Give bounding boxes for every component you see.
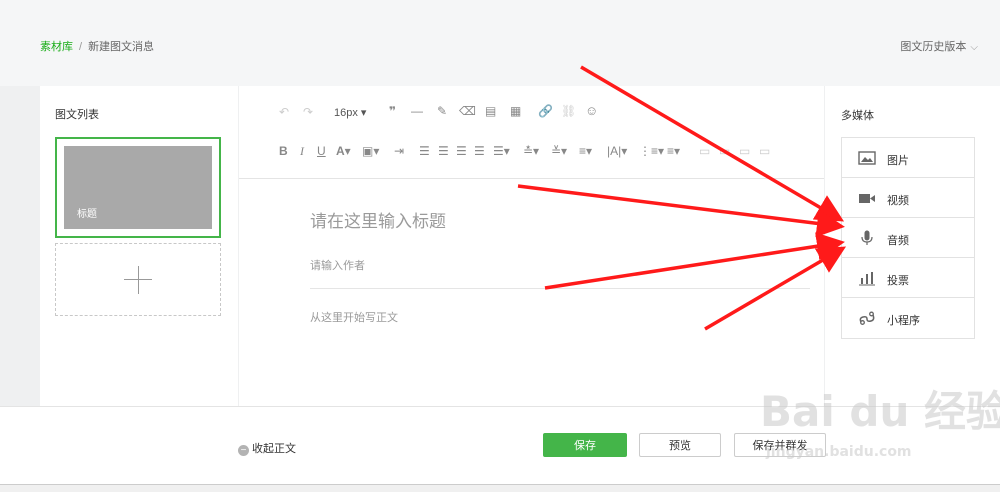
highlight-color-icon[interactable]: ▣▾ — [362, 144, 379, 158]
undo-icon[interactable]: ↶ — [279, 105, 289, 119]
link-icon[interactable]: 🔗 — [538, 104, 553, 118]
indent-icon[interactable]: ⇥ — [394, 144, 404, 158]
clear-format-icon[interactable]: ⌫ — [459, 104, 476, 118]
article-card-title: 标题 — [77, 209, 97, 220]
align-justify-icon[interactable]: ☰ — [474, 144, 485, 158]
video-icon — [859, 194, 875, 203]
align-right-icon[interactable]: ☰ — [456, 144, 467, 158]
float-none-icon[interactable]: ▭ — [719, 144, 730, 158]
media-item-label: 音频 — [887, 235, 909, 247]
font-color-icon[interactable]: A▾ — [336, 144, 351, 158]
letter-spacing-icon[interactable]: |A|▾ — [607, 144, 627, 158]
body-editor[interactable]: 从这里开始写正文 — [310, 309, 398, 325]
unlink-icon[interactable]: ⛓ — [561, 104, 576, 118]
media-item-mini-program[interactable]: 小程序 — [842, 298, 974, 338]
italic-icon[interactable]: I — [300, 144, 304, 159]
align-distribute-icon[interactable]: ☰▾ — [493, 144, 510, 158]
float-left-icon[interactable]: ▭ — [699, 144, 710, 158]
align-left-icon[interactable]: ☰ — [419, 144, 430, 158]
history-version-dropdown[interactable]: 图文历史版本 ⌵ — [900, 38, 978, 54]
image-icon — [858, 151, 876, 165]
plus-icon-vertical — [138, 266, 139, 294]
breadcrumb-root-link[interactable]: 素材库 — [40, 41, 73, 53]
media-item-audio[interactable]: 音频 — [842, 218, 974, 258]
media-item-video[interactable]: 视频 — [842, 178, 974, 218]
media-item-label: 投票 — [887, 275, 909, 287]
ordered-list-icon[interactable]: ⋮≡▾ — [639, 144, 664, 158]
collapse-body-button[interactable]: − 收起正文 — [238, 440, 296, 456]
line-height-icon[interactable]: ≡▾ — [579, 144, 592, 158]
spacing-before-icon[interactable]: ≛▾ — [523, 144, 539, 158]
media-item-label: 视频 — [887, 195, 909, 207]
horizontal-rule-icon[interactable]: — — [411, 104, 423, 118]
bold-icon[interactable]: B — [279, 144, 288, 158]
microphone-icon — [861, 230, 873, 245]
media-item-label: 图片 — [887, 155, 909, 167]
bar-chart-icon — [859, 272, 875, 286]
article-card[interactable]: 标题 — [55, 137, 221, 238]
media-item-label: 小程序 — [887, 315, 920, 327]
title-input[interactable]: 请在这里输入标题 — [310, 207, 446, 232]
breadcrumb: 素材库 / 新建图文消息 — [40, 38, 154, 54]
minus-circle-icon: − — [238, 445, 249, 456]
mini-program-icon — [859, 311, 875, 325]
media-item-vote[interactable]: 投票 — [842, 258, 974, 298]
unordered-list-icon[interactable]: ≡▾ — [667, 144, 680, 158]
media-item-image[interactable]: 图片 — [842, 138, 974, 178]
divider — [310, 288, 810, 289]
redo-icon[interactable]: ↷ — [303, 105, 313, 119]
font-size-select[interactable]: 16px ▾ — [334, 106, 366, 119]
align-center-icon[interactable]: ☰ — [438, 144, 449, 158]
document-icon[interactable]: ▦ — [510, 104, 521, 118]
watermark-url: jingyan.baidu.com — [766, 444, 912, 460]
breadcrumb-current: 新建图文消息 — [88, 41, 155, 53]
spacing-after-icon[interactable]: ≚▾ — [551, 144, 567, 158]
history-label: 图文历史版本 — [900, 41, 967, 53]
collapse-label: 收起正文 — [252, 443, 296, 455]
add-article-button[interactable] — [55, 243, 221, 316]
preview-button[interactable]: 预览 — [639, 433, 721, 457]
insert-template-icon[interactable]: ▤ — [485, 104, 496, 118]
underline-icon[interactable]: U — [317, 144, 326, 158]
article-list-panel: 图文列表 标题 — [40, 86, 238, 406]
chevron-down-icon: ⌵ — [970, 42, 978, 53]
multimedia-list: 图片 视频 音频 投票 小程序 — [841, 137, 975, 339]
multimedia-title: 多媒体 — [841, 110, 874, 122]
editor-toolbar: ↶ ↷ 16px ▾ ❞ — ✎ ⌫ ▤ ▦ 🔗 ⛓ ☺ B I U A▾ ▣▾… — [239, 86, 824, 179]
font-size-value: 16px — [334, 107, 358, 119]
article-list-title: 图文列表 — [55, 109, 99, 121]
author-input[interactable]: 请输入作者 — [310, 257, 365, 273]
paint-format-icon[interactable]: ✎ — [437, 104, 447, 118]
emoji-icon[interactable]: ☺ — [585, 103, 598, 118]
multimedia-panel: 多媒体 图片 视频 音频 投票 小程序 — [825, 86, 1000, 406]
quote-icon[interactable]: ❞ — [389, 104, 396, 118]
editor-panel: ↶ ↷ 16px ▾ ❞ — ✎ ⌫ ▤ ▦ 🔗 ⛓ ☺ B I U A▾ ▣▾… — [239, 86, 824, 406]
float-right-icon[interactable]: ▭ — [739, 144, 750, 158]
watermark-brand: Bai du 经验 — [760, 387, 1000, 436]
page-header: 素材库 / 新建图文消息 图文历史版本 ⌵ — [0, 0, 1000, 86]
breadcrumb-separator: / — [79, 41, 83, 53]
center-image-icon[interactable]: ▭ — [759, 144, 770, 158]
save-button[interactable]: 保存 — [543, 433, 627, 457]
